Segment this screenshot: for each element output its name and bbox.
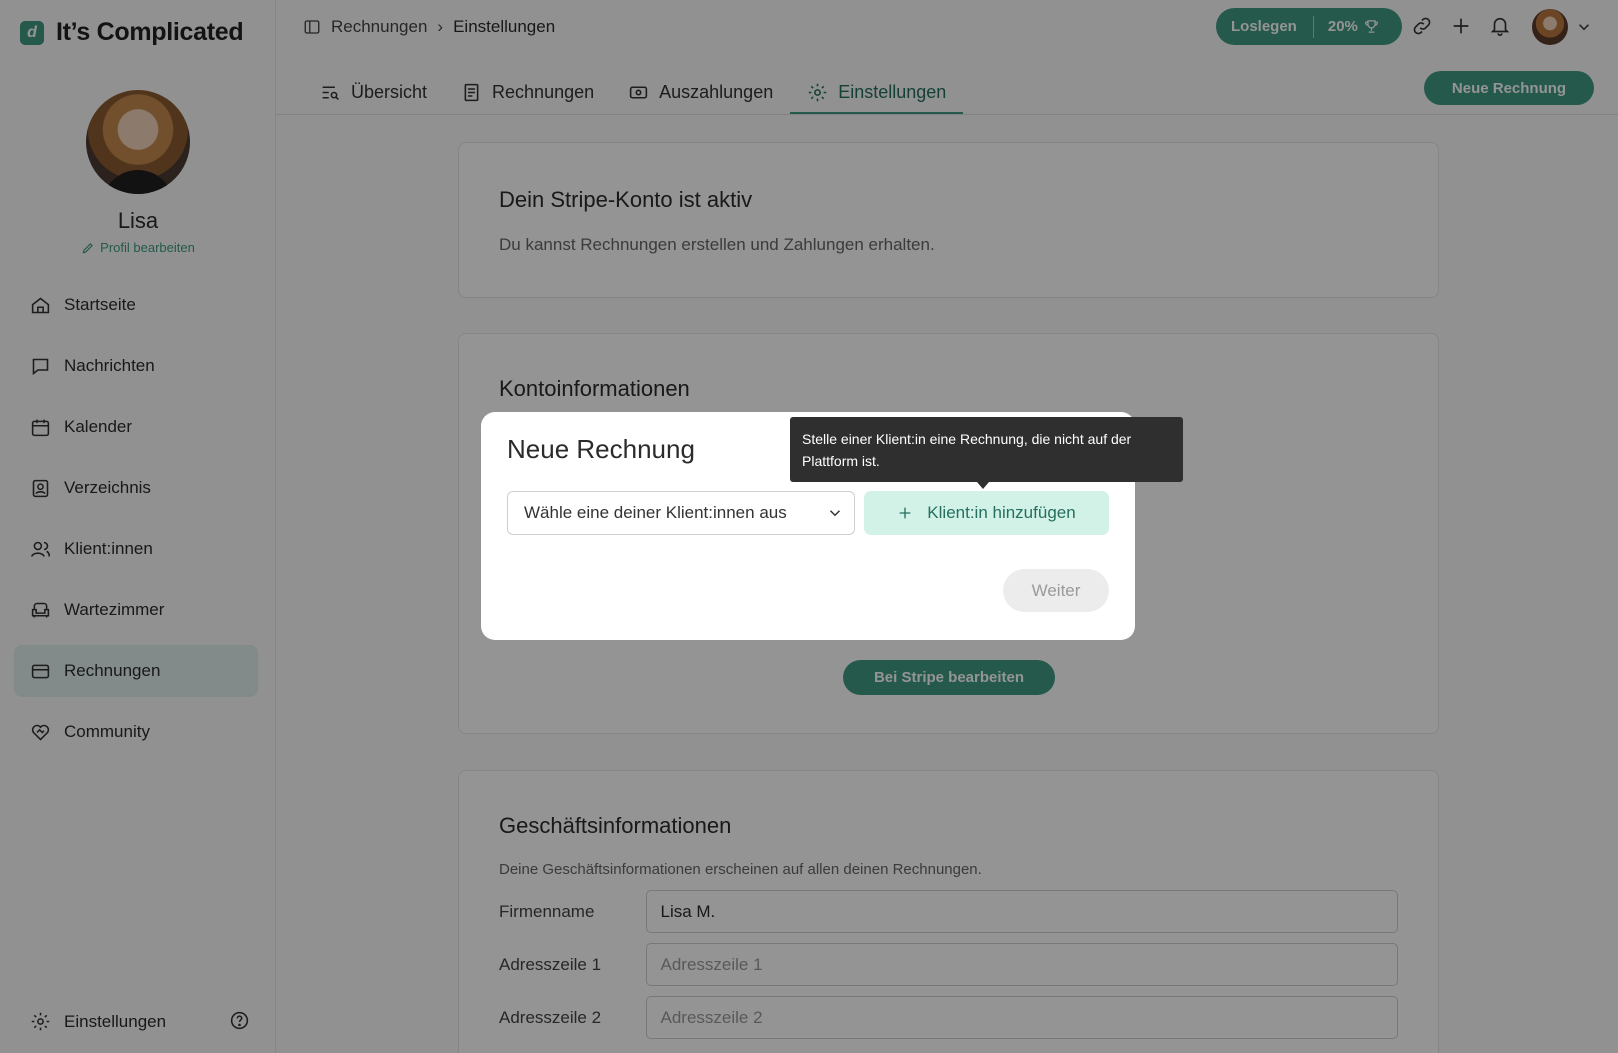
chevron-down-icon	[829, 510, 841, 517]
client-select[interactable]: Wähle eine deiner Klient:innen aus	[507, 491, 855, 535]
modal-title: Neue Rechnung	[507, 434, 695, 464]
plus-icon	[899, 507, 911, 519]
add-client-button[interactable]: Klient:in hinzufügen	[864, 491, 1109, 535]
client-select-placeholder: Wähle eine deiner Klient:innen aus	[524, 503, 787, 522]
add-client-label: Klient:in hinzufügen	[927, 503, 1076, 522]
next-button[interactable]: Weiter	[1003, 569, 1109, 612]
add-client-tooltip: Stelle einer Klient:in eine Rechnung, di…	[790, 417, 1183, 489]
